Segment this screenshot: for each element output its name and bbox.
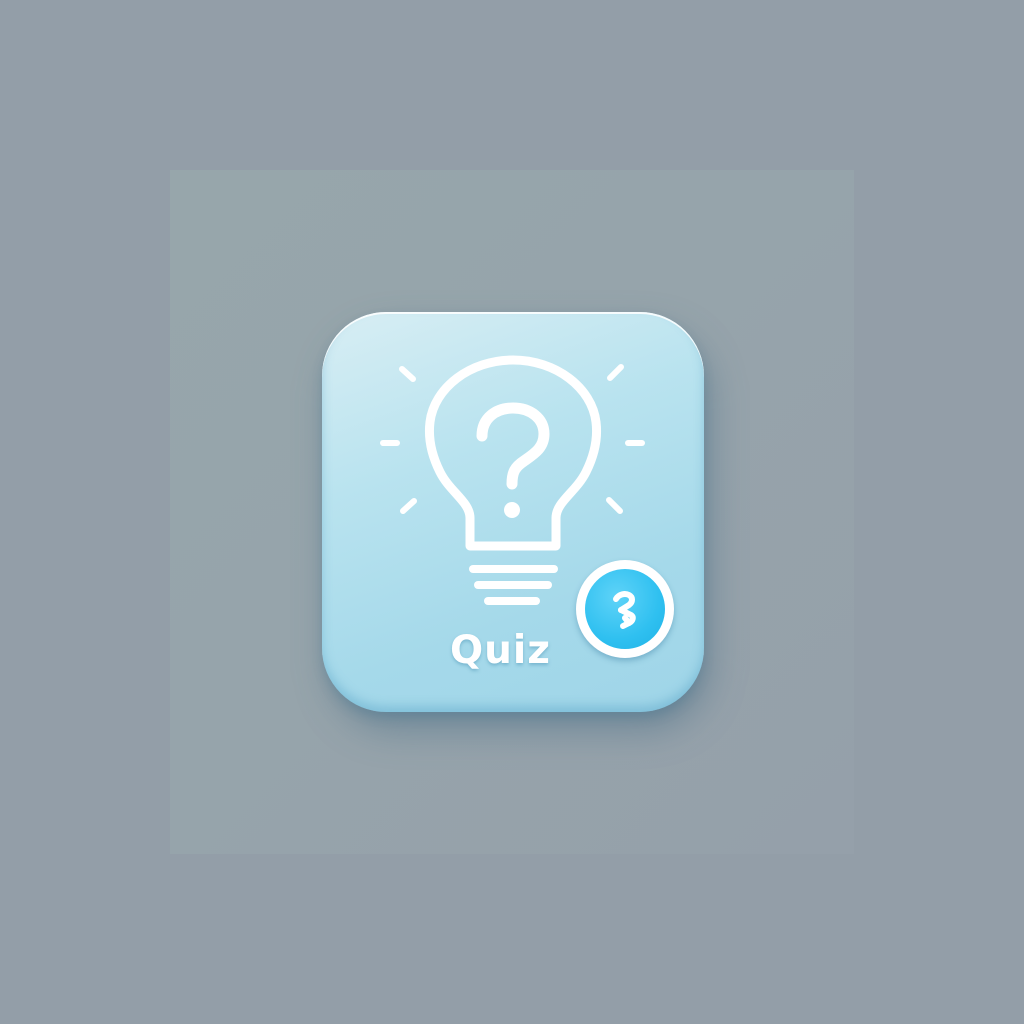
quiz-app-icon[interactable]: Quiz: [322, 312, 704, 712]
badge-inner: [585, 569, 665, 649]
bulb-outline: [424, 355, 602, 551]
ray-top-right: [607, 364, 624, 381]
app-label: Quiz: [450, 628, 551, 673]
question-mark: [476, 402, 550, 490]
ray-bottom-right: [606, 497, 623, 514]
arrow-swap-icon: [613, 591, 636, 629]
ray-top-left: [399, 366, 416, 382]
ray-bottom-left: [400, 498, 417, 514]
question-mark-dot: [504, 502, 520, 518]
badge: [576, 560, 674, 658]
